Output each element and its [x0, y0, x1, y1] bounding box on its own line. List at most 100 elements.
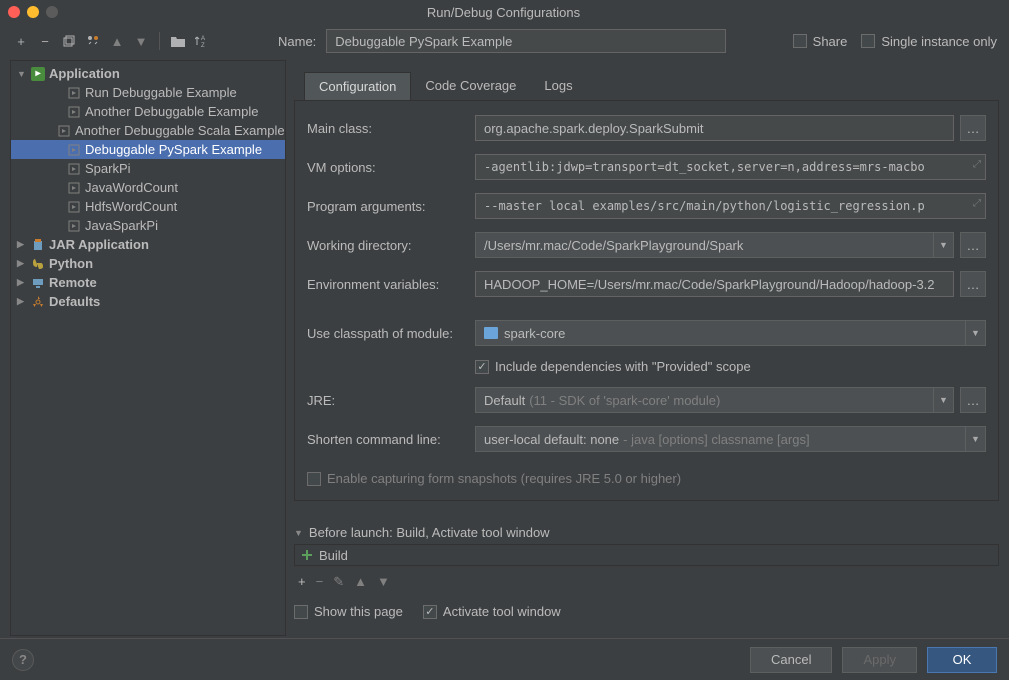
jre-select[interactable]: Default (11 - SDK of 'spark-core' module… [475, 387, 954, 413]
caret-icon [17, 277, 27, 288]
tree-node-run-debuggable-example[interactable]: Run Debuggable Example [11, 83, 285, 102]
tree-node-label: Run Debuggable Example [85, 85, 237, 100]
remove-task-button[interactable]: − [316, 574, 324, 590]
tree-node-jar-application[interactable]: JAR Application [11, 235, 285, 254]
activate-tool-checkbox[interactable]: Activate tool window [423, 604, 561, 619]
browse-jre-button[interactable]: … [960, 387, 986, 413]
move-up-button[interactable]: ▲ [108, 32, 126, 50]
chevron-down-icon: ▼ [933, 388, 953, 412]
help-button[interactable]: ? [12, 649, 34, 671]
checkbox-icon [423, 605, 437, 619]
tabs: ConfigurationCode CoverageLogs [294, 72, 999, 101]
enable-snapshot-label: Enable capturing form snapshots (require… [327, 471, 681, 486]
vm-options-input[interactable]: -agentlib:jdwp=transport=dt_socket,serve… [475, 154, 986, 180]
window-title: Run/Debug Configurations [58, 5, 949, 20]
before-launch-header[interactable]: ▼ Before launch: Build, Activate tool wi… [294, 525, 999, 540]
single-instance-label: Single instance only [881, 34, 997, 49]
checkbox-icon [475, 360, 489, 374]
remove-config-button[interactable]: − [36, 32, 54, 50]
checkbox-icon [861, 34, 875, 48]
module-icon [484, 327, 498, 339]
tree-node-label: Application [49, 66, 120, 81]
before-launch-list[interactable]: Build [294, 544, 999, 566]
main-class-input[interactable]: org.apache.spark.deploy.SparkSubmit [475, 115, 954, 141]
move-down-button[interactable]: ▼ [132, 32, 150, 50]
maximize-window-button[interactable] [46, 6, 58, 18]
dialog-buttons: ? Cancel Apply OK [0, 638, 1009, 680]
window-controls [8, 6, 58, 18]
classpath-label: Use classpath of module: [307, 326, 465, 341]
tree-node-remote[interactable]: Remote [11, 273, 285, 292]
minimize-window-button[interactable] [27, 6, 39, 18]
edit-env-vars-button[interactable]: … [960, 271, 986, 297]
move-task-down-button[interactable]: ▼ [377, 574, 390, 590]
tree-node-label: HdfsWordCount [85, 199, 177, 214]
tree-node-label: Another Debuggable Example [85, 104, 258, 119]
caret-icon [17, 296, 27, 307]
ok-button[interactable]: OK [927, 647, 997, 673]
move-task-up-button[interactable]: ▲ [354, 574, 367, 590]
caret-icon [17, 239, 27, 250]
cancel-button[interactable]: Cancel [750, 647, 832, 673]
tree-node-label: Debuggable PySpark Example [85, 142, 262, 157]
tab-code-coverage[interactable]: Code Coverage [411, 72, 530, 100]
svg-text:A: A [201, 36, 205, 42]
tree-node-another-debuggable-scala-example[interactable]: Another Debuggable Scala Example [11, 121, 285, 140]
tree-node-label: JavaWordCount [85, 180, 178, 195]
env-vars-input[interactable]: HADOOP_HOME=/Users/mr.mac/Code/SparkPlay… [475, 271, 954, 297]
tree-node-label: SparkPi [85, 161, 131, 176]
tab-logs[interactable]: Logs [530, 72, 586, 100]
edit-task-button[interactable]: ✎ [333, 574, 344, 590]
apply-button[interactable]: Apply [842, 647, 917, 673]
program-args-input[interactable]: --master local examples/src/main/python/… [475, 193, 986, 219]
build-item-label: Build [319, 548, 348, 563]
name-input[interactable] [326, 29, 726, 53]
copy-config-button[interactable] [60, 32, 78, 50]
folder-button[interactable] [169, 32, 187, 50]
add-task-button[interactable]: + [298, 574, 306, 590]
top-toolbar: + − ▲ ▼ AZ Name: Share Single instance o… [0, 24, 1009, 58]
classpath-select[interactable]: spark-core ▼ [475, 320, 986, 346]
tab-configuration[interactable]: Configuration [304, 72, 411, 100]
chevron-down-icon: ▼ [965, 427, 985, 451]
working-dir-select[interactable]: /Users/mr.mac/Code/SparkPlayground/Spark… [475, 232, 954, 258]
configuration-panel: Main class: org.apache.spark.deploy.Spar… [294, 101, 999, 501]
single-instance-checkbox[interactable]: Single instance only [861, 34, 997, 49]
config-tree[interactable]: ▸Application Run Debuggable Example Anothe… [10, 60, 286, 636]
checkbox-icon [307, 472, 321, 486]
include-provided-label: Include dependencies with "Provided" sco… [495, 359, 751, 374]
share-checkbox[interactable]: Share [793, 34, 848, 49]
tree-node-hdfswordcount[interactable]: HdfsWordCount [11, 197, 285, 216]
caret-icon [17, 69, 27, 79]
separator [159, 32, 160, 50]
caret-icon [17, 258, 27, 269]
tree-node-javawordcount[interactable]: JavaWordCount [11, 178, 285, 197]
enable-snapshot-checkbox[interactable]: Enable capturing form snapshots (require… [307, 471, 681, 486]
expand-icon[interactable]: ⤢ [973, 159, 981, 170]
tree-node-application[interactable]: ▸Application [11, 64, 285, 83]
tree-node-debuggable-pyspark-example[interactable]: Debuggable PySpark Example [11, 140, 285, 159]
tree-node-sparkpi[interactable]: SparkPi [11, 159, 285, 178]
tree-node-defaults[interactable]: Defaults [11, 292, 285, 311]
sort-button[interactable]: AZ [193, 32, 211, 50]
expand-icon[interactable]: ⤢ [973, 198, 981, 209]
env-vars-label: Environment variables: [307, 277, 465, 292]
close-window-button[interactable] [8, 6, 20, 18]
tree-node-label: JAR Application [49, 237, 149, 252]
add-config-button[interactable]: + [12, 32, 30, 50]
tree-node-another-debuggable-example[interactable]: Another Debuggable Example [11, 102, 285, 121]
browse-main-class-button[interactable]: … [960, 115, 986, 141]
program-args-label: Program arguments: [307, 199, 465, 214]
before-launch-toolbar: + − ✎ ▲ ▼ [294, 568, 999, 596]
chevron-down-icon: ▼ [965, 321, 985, 345]
share-label: Share [813, 34, 848, 49]
tree-node-javasparkpi[interactable]: JavaSparkPi [11, 216, 285, 235]
browse-working-dir-button[interactable]: … [960, 232, 986, 258]
show-this-page-checkbox[interactable]: Show this page [294, 604, 403, 619]
checkbox-icon [793, 34, 807, 48]
include-provided-checkbox[interactable]: Include dependencies with "Provided" sco… [475, 359, 751, 374]
tree-node-python[interactable]: Python [11, 254, 285, 273]
shorten-select[interactable]: user-local default: none - java [options… [475, 426, 986, 452]
edit-templates-button[interactable] [84, 32, 102, 50]
working-dir-label: Working directory: [307, 238, 465, 253]
